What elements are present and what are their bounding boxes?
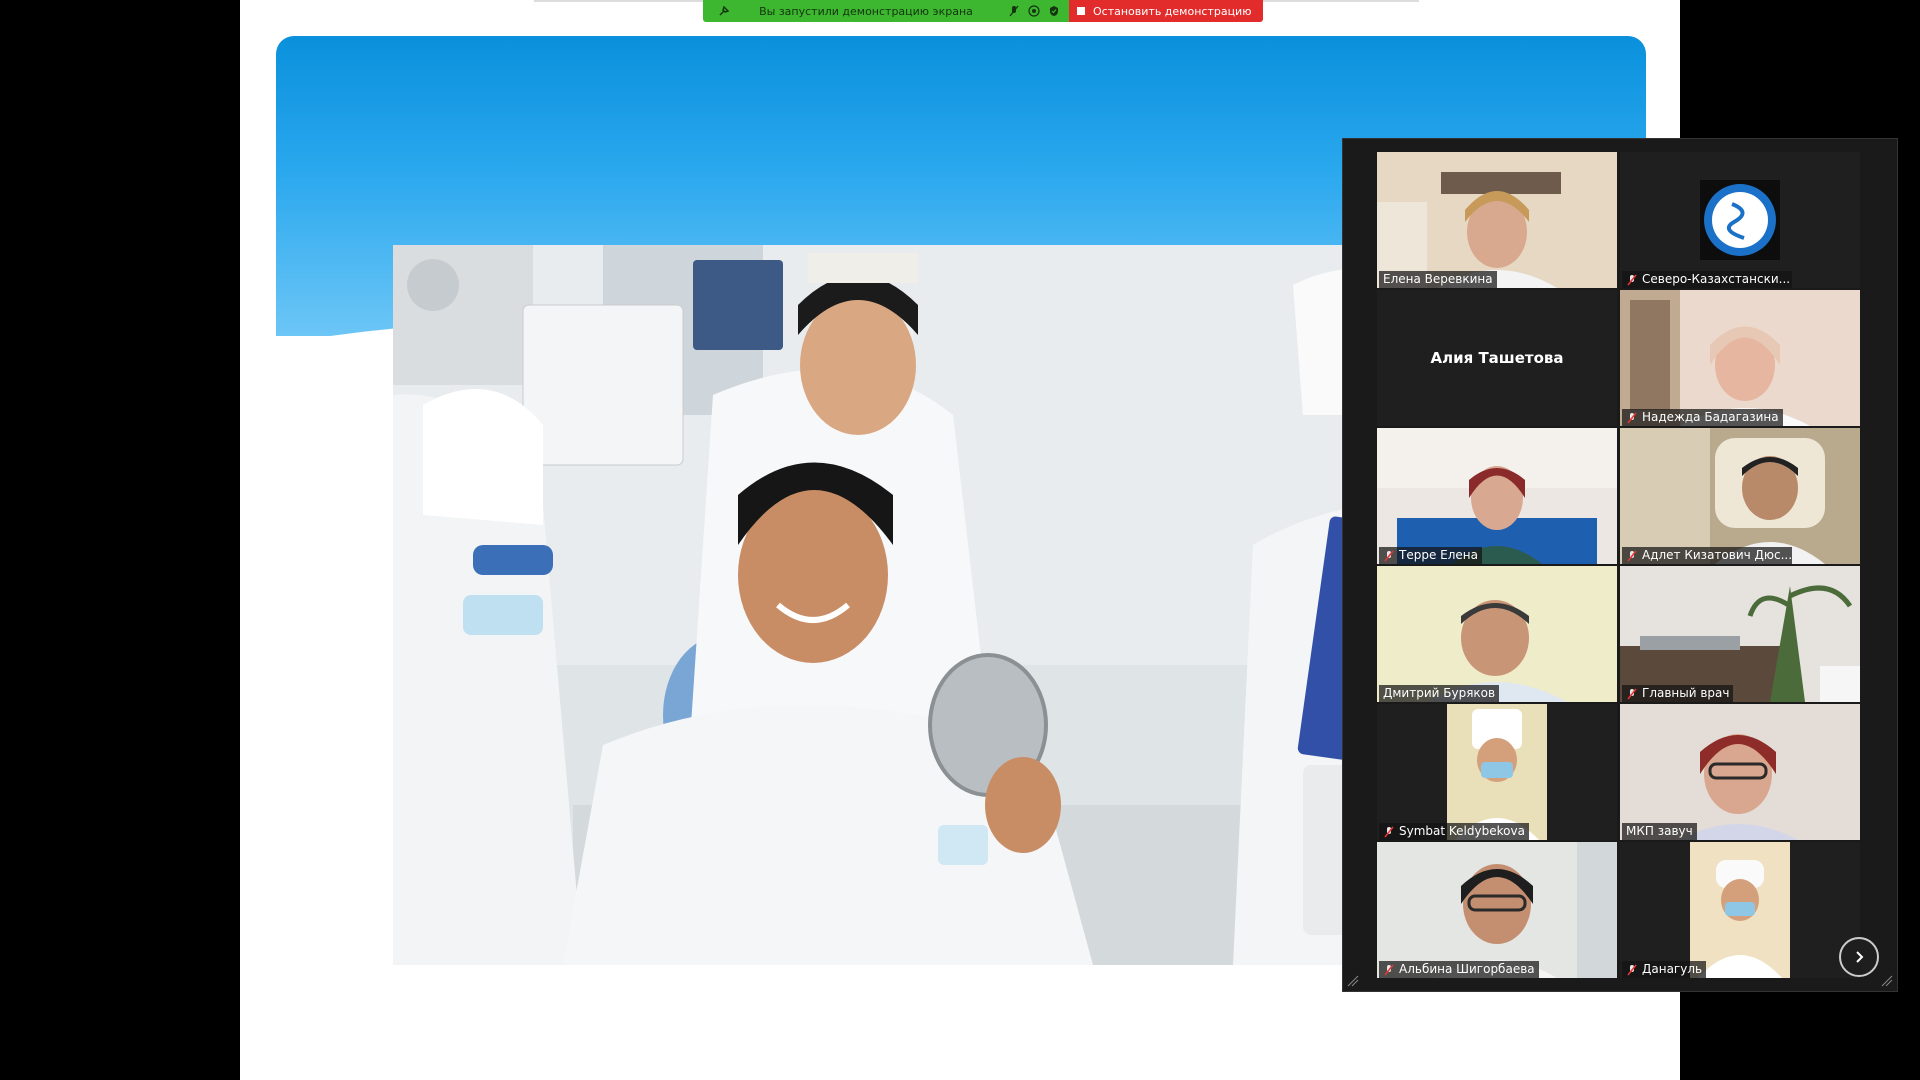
participant-tile[interactable]: Надежда Бадагазина	[1620, 290, 1860, 426]
mic-muted-icon	[1627, 688, 1637, 699]
mic-muted-icon	[1384, 550, 1394, 561]
participant-video	[1377, 842, 1617, 978]
screen-share-toolbar: Вы запустили демонстрацию экрана Останов…	[703, 0, 1264, 22]
next-page-button[interactable]	[1839, 937, 1879, 977]
participant-name-label: Надежда Бадагазина	[1622, 409, 1783, 426]
participant-name-label: Symbat Keldybekova	[1379, 823, 1529, 840]
record-icon[interactable]	[1027, 4, 1041, 18]
participants-gallery-panel: Елена Веревкина Северо-Казахстански... А…	[1342, 138, 1898, 992]
participant-tile[interactable]: Северо-Казахстански...	[1620, 152, 1860, 288]
participant-tile[interactable]: Альбина Шигорбаева	[1377, 842, 1617, 978]
mic-muted-icon	[1384, 964, 1394, 975]
participant-video	[1620, 152, 1860, 288]
participant-tile[interactable]: Адлет Кизатович Дюс...	[1620, 428, 1860, 564]
resize-handle-icon[interactable]	[1347, 975, 1359, 987]
mic-muted-icon	[1627, 274, 1637, 285]
participant-name-label: МКП завуч	[1622, 823, 1697, 840]
participant-name-label: Терре Елена	[1379, 547, 1482, 564]
participant-name-label: Адлет Кизатович Дюс...	[1622, 547, 1792, 564]
participant-video	[1377, 704, 1617, 840]
participant-tile[interactable]: Елена Веревкина	[1377, 152, 1617, 288]
stop-share-button[interactable]: Остановить демонстрацию	[1069, 0, 1264, 22]
participant-video	[1620, 704, 1860, 840]
participant-video	[1620, 428, 1860, 564]
participant-tile[interactable]: Алия Ташетова	[1377, 290, 1617, 426]
participant-name-placeholder: Алия Ташетова	[1430, 349, 1564, 367]
resize-handle-icon[interactable]	[1881, 975, 1893, 987]
participant-name-label: Елена Веревкина	[1379, 271, 1497, 288]
participant-name-label: Северо-Казахстански...	[1622, 271, 1792, 288]
mic-muted-icon	[1627, 964, 1637, 975]
participant-video	[1377, 152, 1617, 288]
participant-name-label: Альбина Шигорбаева	[1379, 961, 1539, 978]
participant-tile[interactable]: МКП завуч	[1620, 704, 1860, 840]
participant-video	[1377, 428, 1617, 564]
participant-video	[1620, 566, 1860, 702]
share-pin-icon[interactable]	[717, 4, 731, 18]
participant-name-label: Данагуль	[1622, 961, 1707, 978]
participant-tile[interactable]: Терре Елена	[1377, 428, 1617, 564]
share-status-bar: Вы запустили демонстрацию экрана	[703, 0, 1069, 22]
chevron-right-icon	[1856, 951, 1864, 963]
participant-name-label: Главный врач	[1622, 685, 1734, 702]
security-shield-icon[interactable]	[1047, 4, 1061, 18]
participant-tile[interactable]: Данагуль	[1620, 842, 1860, 978]
stop-share-label: Остановить демонстрацию	[1093, 4, 1252, 18]
mic-muted-icon	[1384, 826, 1394, 837]
mic-muted-icon	[1627, 550, 1637, 561]
participant-video	[1620, 290, 1860, 426]
stop-square-icon	[1077, 7, 1085, 15]
participant-video	[1377, 566, 1617, 702]
mic-muted-icon	[1627, 412, 1637, 423]
participant-video	[1620, 842, 1860, 978]
mic-muted-icon[interactable]	[1007, 4, 1021, 18]
participant-tile[interactable]: Symbat Keldybekova	[1377, 704, 1617, 840]
participant-tile[interactable]: Главный врач	[1620, 566, 1860, 702]
slide-photo-dental-students	[393, 245, 1503, 965]
participant-name-label: Дмитрий Буряков	[1379, 685, 1500, 702]
participant-tile-active-speaker[interactable]: Дмитрий Буряков	[1377, 566, 1617, 702]
share-status-text: Вы запустили демонстрацию экрана	[759, 4, 973, 18]
